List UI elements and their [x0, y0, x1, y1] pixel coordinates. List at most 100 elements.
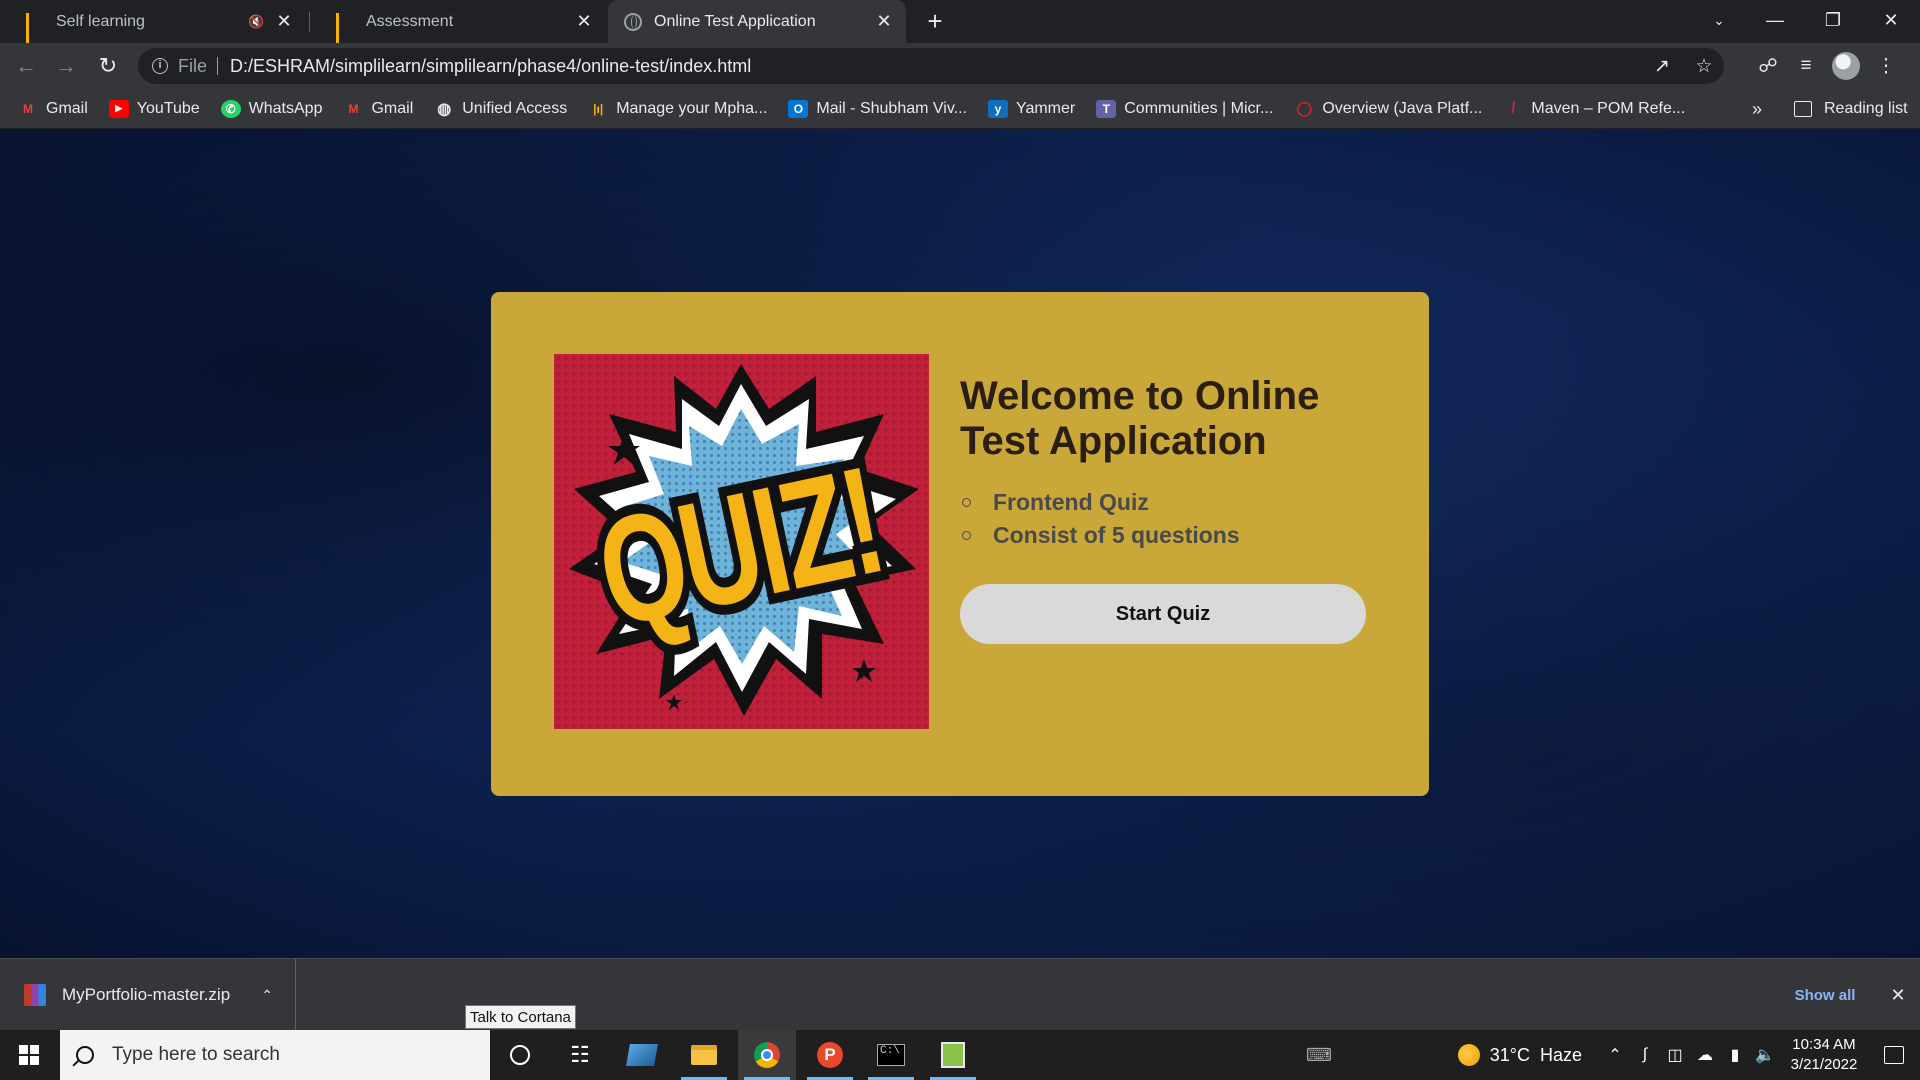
- task-view-button[interactable]: ☷: [551, 1030, 609, 1080]
- tab-online-test-application[interactable]: Online Test Application ✕: [608, 0, 906, 43]
- tab-title: Self learning: [56, 12, 145, 30]
- weather-haze-icon: [1457, 1044, 1480, 1066]
- clock[interactable]: 10:34 AM 3/21/2022: [1780, 1035, 1868, 1075]
- taskbar-this-pc[interactable]: [613, 1030, 671, 1080]
- search-icon: [76, 1046, 94, 1064]
- bookmark-outlook-mail[interactable]: O Mail - Shubham Viv...: [788, 99, 967, 118]
- taskbar-command-prompt[interactable]: C:\: [862, 1030, 920, 1080]
- close-download-shelf-icon[interactable]: ✕: [1884, 981, 1912, 1009]
- meet-now-icon[interactable]: ◫: [1660, 1030, 1690, 1080]
- bookmark-unified-access[interactable]: ◍ Unified Access: [434, 100, 567, 118]
- yammer-icon: y: [987, 99, 1008, 118]
- info-icon[interactable]: i: [152, 58, 168, 74]
- start-quiz-button[interactable]: Start Quiz: [960, 584, 1366, 644]
- close-icon[interactable]: ✕: [274, 11, 294, 32]
- notification-center-button[interactable]: [1868, 1030, 1920, 1080]
- weather-widget[interactable]: 31°C Haze: [1457, 1030, 1600, 1080]
- new-tab-button[interactable]: +: [920, 6, 950, 36]
- bookmark-communities[interactable]: T Communities | Micr...: [1096, 99, 1273, 118]
- browser-toolbar: ← → ↻ i File D:/ESHRAM/simplilearn/simpl…: [0, 43, 1920, 89]
- share-icon[interactable]: ↗: [1650, 54, 1674, 78]
- muted-audio-icon[interactable]: 🔇: [248, 14, 268, 30]
- bookmark-maven-pom[interactable]: / Maven – POM Refe...: [1503, 100, 1685, 118]
- taskbar-notepad[interactable]: [924, 1030, 982, 1080]
- address-bar[interactable]: i File D:/ESHRAM/simplilearn/simplilearn…: [138, 48, 1724, 84]
- bookmark-whatsapp[interactable]: ✆ WhatsApp: [220, 99, 322, 118]
- list-item-text: Consist of 5 questions: [993, 522, 1240, 548]
- notepad-icon: [941, 1042, 965, 1068]
- gmail-icon: M: [348, 101, 359, 116]
- chrome-icon: [754, 1042, 780, 1068]
- battery-icon[interactable]: ▮: [1720, 1030, 1750, 1080]
- more-menu-icon[interactable]: ⋮: [1874, 54, 1898, 78]
- profile-avatar[interactable]: [1832, 52, 1860, 80]
- reading-list-button[interactable]: Reading list: [1794, 89, 1908, 129]
- wifi-icon[interactable]: ∫: [1630, 1030, 1660, 1080]
- tab-self-learning[interactable]: Self learning 🔇 ✕: [0, 0, 306, 49]
- bookmark-gmail-2[interactable]: M Gmail: [343, 100, 413, 118]
- back-button[interactable]: ←: [8, 48, 44, 84]
- command-prompt-icon: C:\: [877, 1044, 905, 1066]
- taskbar-chrome[interactable]: [738, 1030, 796, 1080]
- cortana-button[interactable]: [491, 1030, 549, 1080]
- tab-assessment[interactable]: Assessment ✕: [310, 0, 606, 49]
- notification-icon: [1884, 1046, 1904, 1064]
- quiz-info-list: Frontend Quiz Consist of 5 questions: [960, 486, 1380, 552]
- bookmarks-overflow-button[interactable]: »: [1752, 89, 1762, 129]
- list-item: Consist of 5 questions: [960, 519, 1380, 552]
- tab-search-chevron-icon[interactable]: ⌄: [1690, 0, 1748, 40]
- start-button[interactable]: [0, 1030, 58, 1080]
- oracle-icon: ◯: [1296, 100, 1313, 116]
- bars-chart-icon: [336, 12, 354, 49]
- close-icon[interactable]: ✕: [574, 11, 594, 32]
- url-text[interactable]: D:/ESHRAM/simplilearn/simplilearn/phase4…: [230, 56, 751, 77]
- restore-button[interactable]: ❐: [1804, 0, 1862, 40]
- taskbar-search-box[interactable]: Type here to search: [60, 1030, 490, 1080]
- bookmark-manage-mphasis[interactable]: |ı| Manage your Mpha...: [588, 100, 767, 118]
- system-tray: 31°C Haze ⌃ ∫ ◫ ☁ ▮ 🔈 10:34 AM 3/21/2022: [1457, 1030, 1920, 1080]
- page-title: Welcome to Online Test Application: [960, 374, 1320, 463]
- tab-title: Online Test Application: [654, 12, 816, 30]
- bars-chart-icon: |ı|: [593, 101, 604, 116]
- scheme-chip: File: [178, 57, 219, 75]
- bookmark-star-icon[interactable]: ☆: [1692, 54, 1716, 78]
- bullet-icon: [962, 498, 971, 507]
- media-queue-icon[interactable]: ≡: [1794, 54, 1818, 78]
- taskbar-file-explorer[interactable]: [675, 1030, 733, 1080]
- reading-list-icon: [1794, 101, 1812, 117]
- download-item[interactable]: MyPortfolio-master.zip ⌃: [0, 959, 296, 1031]
- folder-icon: [691, 1045, 717, 1065]
- onedrive-cloud-icon[interactable]: ☁: [1690, 1030, 1720, 1080]
- chevron-up-icon[interactable]: ⌃: [1600, 1030, 1630, 1080]
- cortana-circle-icon: [510, 1045, 530, 1065]
- download-shelf: MyPortfolio-master.zip ⌃ Show all ✕: [0, 958, 1920, 1031]
- clock-time: 10:34 AM: [1792, 1036, 1856, 1053]
- bullet-icon: [962, 531, 971, 540]
- postman-icon: P: [817, 1042, 843, 1068]
- volume-icon[interactable]: 🔈: [1750, 1030, 1780, 1080]
- reload-button[interactable]: ↻: [90, 48, 126, 84]
- minimize-button[interactable]: —: [1746, 0, 1804, 40]
- taskbar-keyboard[interactable]: ⌨: [1290, 1030, 1348, 1080]
- forward-button[interactable]: →: [48, 48, 84, 84]
- extensions-puzzle-icon[interactable]: ☍: [1756, 54, 1780, 78]
- bookmark-java-overview[interactable]: ◯ Overview (Java Platf...: [1294, 100, 1482, 118]
- maven-feather-icon: /: [1511, 99, 1516, 117]
- list-item: Frontend Quiz: [960, 486, 1380, 519]
- reading-list-label: Reading list: [1824, 100, 1908, 117]
- close-icon[interactable]: ✕: [874, 11, 894, 32]
- download-file-name: MyPortfolio-master.zip: [62, 985, 231, 1004]
- cortana-tooltip: Talk to Cortana: [465, 1005, 576, 1029]
- bookmark-yammer[interactable]: y Yammer: [987, 99, 1075, 118]
- bookmark-gmail[interactable]: M Gmail: [18, 100, 88, 118]
- teams-icon: T: [1096, 99, 1117, 118]
- window-close-button[interactable]: ✕: [1862, 0, 1920, 40]
- show-all-downloads-button[interactable]: Show all: [1780, 979, 1870, 1011]
- bookmark-youtube[interactable]: ▶ YouTube: [108, 99, 200, 118]
- keyboard-icon: ⌨: [1306, 1044, 1332, 1065]
- list-item-text: Frontend Quiz: [993, 489, 1149, 515]
- taskbar-postman[interactable]: P: [801, 1030, 859, 1080]
- chevron-up-icon[interactable]: ⌃: [261, 987, 273, 1004]
- bookmarks-bar: M Gmail ▶ YouTube ✆ WhatsApp M Gmail ◍ Unifie…: [0, 89, 1920, 129]
- globe-icon: ◍: [437, 100, 452, 118]
